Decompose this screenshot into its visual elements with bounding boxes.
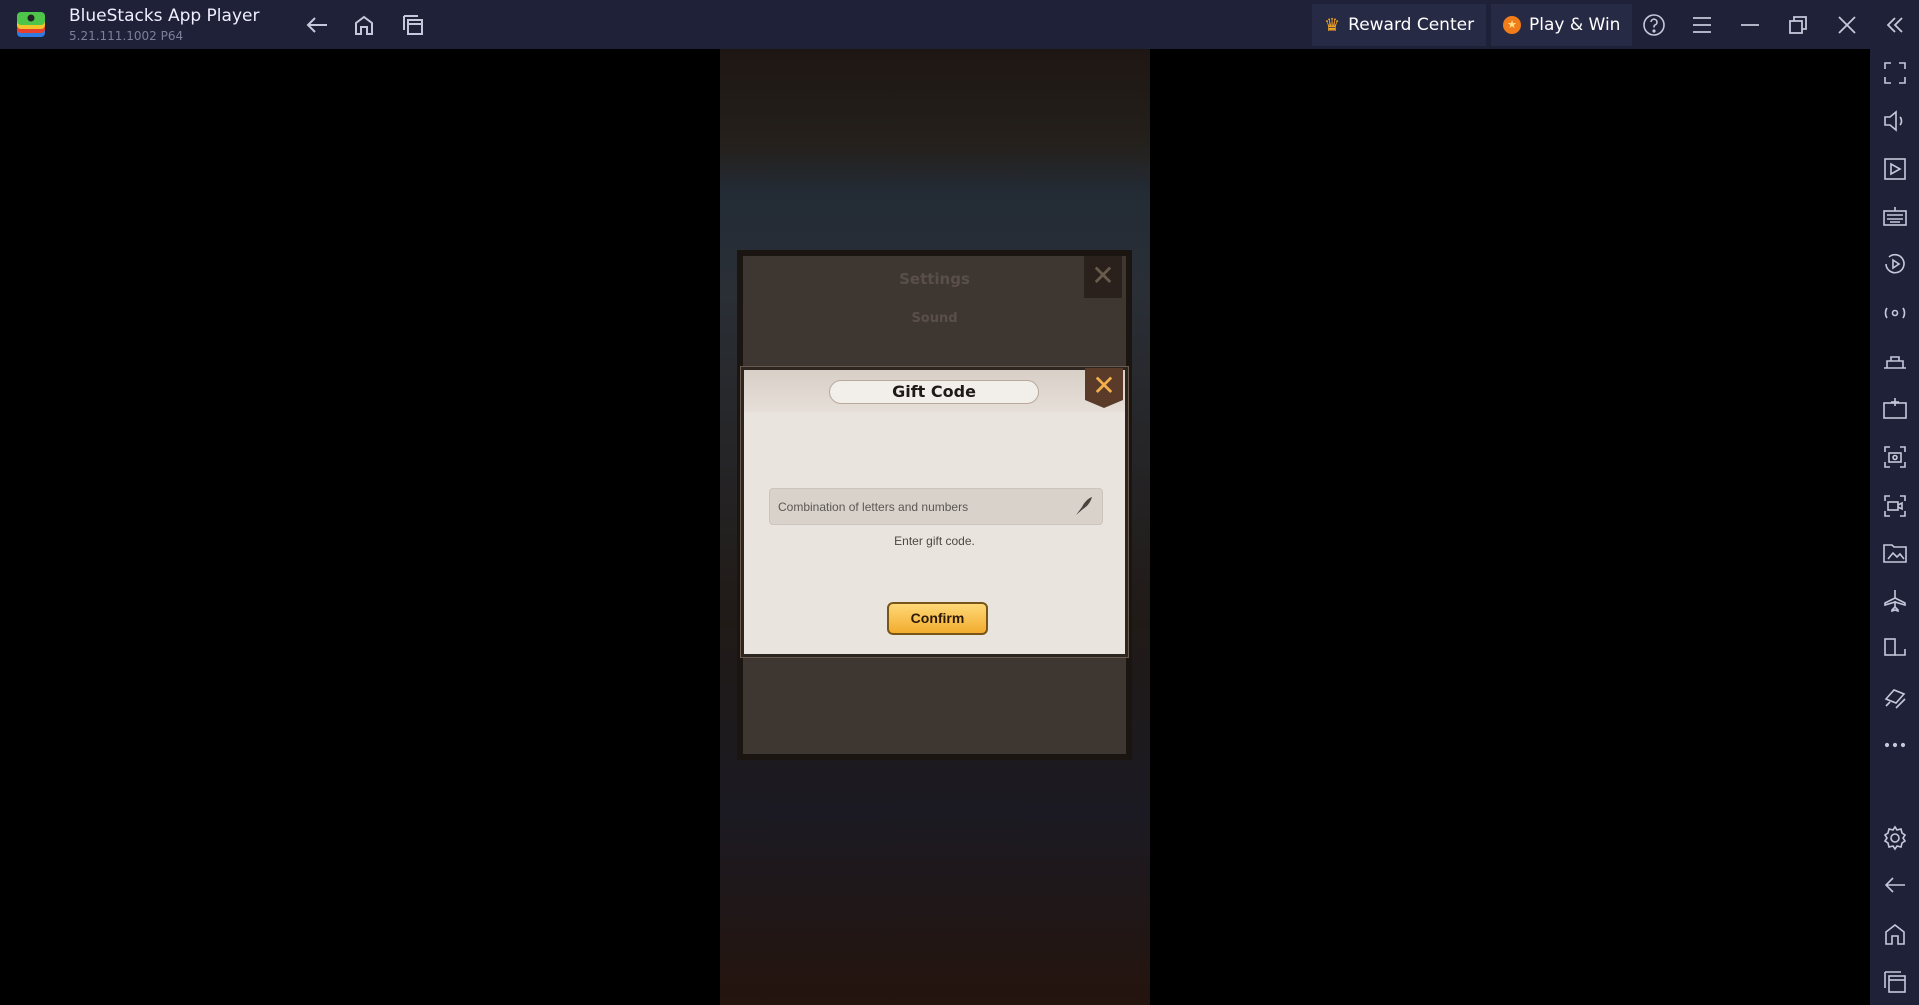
gift-code-field[interactable] [769,488,1103,525]
record-icon[interactable] [1882,493,1908,519]
confirm-button[interactable]: Confirm [887,602,988,635]
volume-icon[interactable] [1882,108,1908,134]
recent-apps-icon[interactable] [1882,969,1908,995]
resize-icon[interactable] [1882,636,1908,662]
collapse-sidebar-icon[interactable] [1880,10,1910,40]
play-win-label: Play & Win [1529,15,1621,35]
airplane-icon[interactable] [1882,588,1908,614]
play-win-button[interactable]: ★ Play & Win [1491,4,1633,46]
gift-code-dialog: Gift Code ✕ Enter gift code. Confirm [741,367,1128,657]
bluestacks-logo [17,12,45,37]
app-version: 5.21.111.1002 P64 [69,29,184,43]
dialog-close-button[interactable]: ✕ [1085,368,1123,408]
macro-icon[interactable] [1882,251,1908,277]
close-icon[interactable] [1832,10,1862,40]
media-icon[interactable] [1882,156,1908,182]
multi-instance-icon[interactable] [398,10,428,40]
gift-code-hint: Enter gift code. [894,534,975,548]
screenshot-icon[interactable] [1882,444,1908,470]
install-apk-icon[interactable] [1882,396,1908,422]
reward-center-button[interactable]: ♛ Reward Center [1312,4,1487,46]
title-bar: BlueStacks App Player 5.21.111.1002 P64 … [0,0,1919,49]
settings-icon[interactable] [1882,825,1908,851]
help-icon[interactable] [1639,10,1669,40]
more-icon[interactable] [1882,732,1908,758]
settings-close-icon[interactable]: ✕ [1084,256,1122,298]
minimize-icon[interactable] [1735,10,1765,40]
settings-section-sound: Sound [911,311,958,326]
back-icon[interactable] [1882,872,1908,898]
crown-icon: ♛ [1324,14,1341,36]
app-title: BlueStacks App Player [69,6,260,26]
apk-station-icon[interactable] [1882,348,1908,374]
right-sidebar [1870,49,1919,1005]
quill-icon [1076,497,1092,515]
restore-icon[interactable] [1783,10,1813,40]
home-icon[interactable] [1882,921,1908,947]
dialog-header: Gift Code [744,370,1125,412]
media-folder-icon[interactable] [1882,540,1908,566]
home-icon[interactable] [349,10,379,40]
rotate-sync-icon[interactable] [1882,300,1908,326]
reward-center-label: Reward Center [1348,15,1475,35]
settings-title: Settings [899,270,970,288]
gift-code-input[interactable] [770,489,1060,524]
keyboard-icon[interactable] [1882,204,1908,230]
fullscreen-icon[interactable] [1882,60,1908,86]
play-win-badge-icon: ★ [1503,16,1521,34]
menu-icon[interactable] [1687,10,1717,40]
dialog-title: Gift Code [829,380,1039,404]
back-arrow-icon[interactable] [302,10,332,40]
eco-mode-icon[interactable] [1882,685,1908,711]
